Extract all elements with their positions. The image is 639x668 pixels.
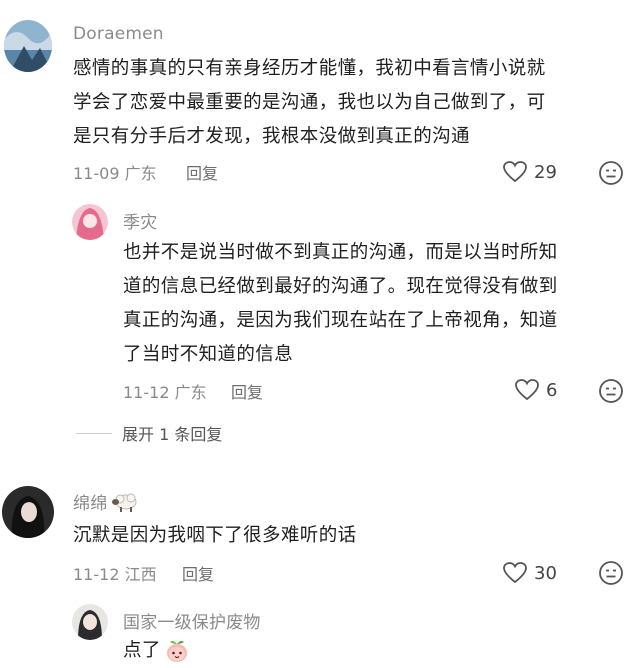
- comment-username[interactable]: 国家一级保护废物: [123, 608, 261, 633]
- avatar-image-icon: [4, 20, 52, 72]
- expand-replies-button[interactable]: 展开 1 条回复: [76, 421, 222, 445]
- comment-location: 广东: [124, 164, 157, 183]
- avatar-image-icon: [2, 486, 54, 538]
- comment-text: 也并不是说当时做不到真正的沟通，而是以当时所知 道的信息已经做到最好的沟通了。现…: [123, 236, 633, 372]
- comment-date: 11-12: [73, 565, 120, 584]
- reply-button[interactable]: 回复: [182, 561, 214, 585]
- avatar-image-icon: [72, 204, 108, 240]
- comment-username[interactable]: 季灾: [123, 208, 157, 233]
- expand-replies-label: 展开 1 条回复: [122, 425, 223, 444]
- reply-button[interactable]: 回复: [186, 160, 218, 184]
- dislike-button[interactable]: [598, 378, 624, 404]
- avatar[interactable]: [2, 486, 54, 538]
- reply-button[interactable]: 回复: [231, 379, 263, 403]
- comment-text-line: 真正的沟通，是因为我们现在站在了上帝视角，知道: [123, 310, 558, 331]
- comment-location: 江西: [124, 565, 157, 584]
- comment-text-line: 是只有分手后才发现，我根本没做到真正的沟通: [73, 126, 470, 147]
- heart-icon: [515, 379, 539, 401]
- neutral-face-icon: [599, 379, 623, 403]
- avatar[interactable]: [72, 204, 108, 240]
- comment-date: 11-12: [123, 383, 170, 402]
- comment-text-line: 了当时不知道的信息: [123, 344, 294, 365]
- like-count: 30: [534, 562, 557, 584]
- username-text: 绵绵: [73, 494, 108, 514]
- comment-text-line: 道的信息已经做到最好的沟通了。现在觉得没有做到: [123, 276, 558, 297]
- comment-text: 沉默是因为我咽下了很多难听的话: [73, 525, 357, 546]
- like-count: 29: [534, 161, 557, 183]
- comment-text-line: 也并不是说当时做不到真正的沟通，而是以当时所知: [123, 242, 558, 263]
- comment-meta: 11-09 广东: [73, 160, 157, 184]
- heart-icon: [503, 562, 527, 584]
- comment-location: 广东: [174, 383, 207, 402]
- comment-text: 点了: [123, 634, 190, 668]
- comment-text-line: 学会了恋爱中最重要的是沟通，我也以为自己做到了，可: [73, 92, 546, 113]
- comment-username[interactable]: 绵绵: [73, 489, 139, 514]
- comment-username[interactable]: Doraemen: [73, 24, 164, 44]
- peach-icon: [166, 640, 187, 662]
- neutral-face-icon: [599, 161, 623, 185]
- dislike-button[interactable]: [598, 160, 624, 186]
- avatar-image-icon: [72, 604, 108, 640]
- comment-meta: 11-12 广东: [123, 379, 207, 403]
- comment-meta: 11-12 江西: [73, 561, 157, 585]
- like-button[interactable]: 29: [502, 160, 557, 184]
- like-button[interactable]: 30: [502, 561, 557, 585]
- divider: [76, 432, 112, 434]
- neutral-face-icon: [599, 561, 623, 585]
- like-count: 6: [546, 379, 558, 401]
- avatar[interactable]: [4, 20, 52, 72]
- like-button[interactable]: 6: [514, 378, 557, 402]
- heart-icon: [503, 161, 527, 183]
- comment-text: 感情的事真的只有亲身经历才能懂，我初中看言情小说就 学会了恋爱中最重要的是沟通，…: [73, 52, 633, 154]
- comment-date: 11-09: [73, 164, 120, 183]
- avatar[interactable]: [72, 604, 108, 640]
- comment-text-content: 点了: [123, 640, 161, 661]
- comment-text-line: 感情的事真的只有亲身经历才能懂，我初中看言情小说就: [73, 58, 546, 79]
- dislike-button[interactable]: [598, 560, 624, 586]
- sheep-icon: [112, 493, 137, 512]
